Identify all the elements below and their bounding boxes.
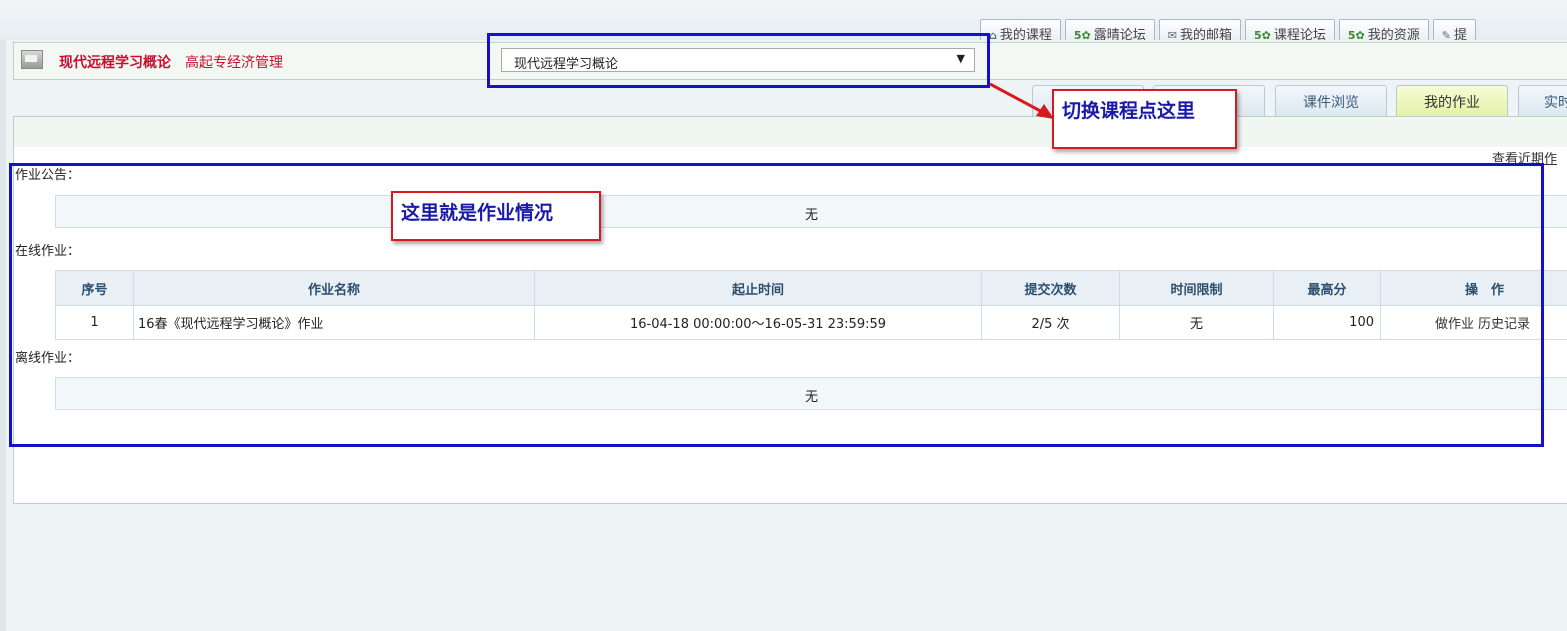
homework-callout: 这里就是作业情况 [391, 191, 601, 241]
homework-callout-text: 这里就是作业情况 [401, 202, 554, 224]
callout-arrow [989, 82, 1054, 119]
switch-course-callout: 切换课程点这里 [1052, 89, 1237, 149]
switch-course-text: 切换课程点这里 [1062, 100, 1196, 122]
